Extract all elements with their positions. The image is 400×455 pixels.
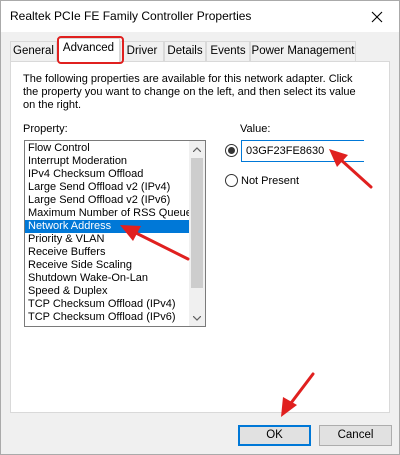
value-radio-row[interactable]: [225, 144, 238, 157]
tab-driver[interactable]: Driver: [120, 41, 164, 61]
property-list: Flow Control Interrupt Moderation IPv4 C…: [25, 142, 197, 324]
close-icon: [371, 11, 383, 22]
title-bar: Realtek PCIe FE Family Controller Proper…: [1, 1, 399, 32]
property-item-receive-buffers[interactable]: Receive Buffers: [25, 246, 190, 259]
advanced-panel: The following properties are available f…: [10, 61, 390, 413]
value-radio[interactable]: [225, 144, 238, 157]
property-item-max-rss-queues[interactable]: Maximum Number of RSS Queues: [25, 207, 197, 220]
scroll-down-button[interactable]: [189, 310, 205, 326]
network-address-input[interactable]: 03GF23FE8630: [241, 140, 364, 162]
scroll-thumb[interactable]: [191, 158, 203, 288]
scroll-up-button[interactable]: [189, 141, 205, 157]
tab-power-management[interactable]: Power Management: [250, 41, 356, 61]
property-listbox[interactable]: Flow Control Interrupt Moderation IPv4 C…: [24, 140, 206, 327]
property-item-speed-duplex[interactable]: Speed & Duplex: [25, 285, 190, 298]
property-item-tcp-checksum-ipv6[interactable]: TCP Checksum Offload (IPv6): [25, 311, 190, 324]
property-label: Property:: [23, 123, 68, 135]
property-item-tcp-checksum-ipv4[interactable]: TCP Checksum Offload (IPv4): [25, 298, 190, 311]
value-label: Value:: [240, 123, 271, 135]
window-title: Realtek PCIe FE Family Controller Proper…: [10, 9, 252, 23]
property-item-priority-vlan[interactable]: Priority & VLAN: [25, 233, 190, 246]
properties-dialog: Realtek PCIe FE Family Controller Proper…: [0, 0, 400, 455]
property-item-interrupt-moderation[interactable]: Interrupt Moderation: [25, 155, 190, 168]
property-item-ipv4-checksum-offload[interactable]: IPv4 Checksum Offload: [25, 168, 190, 181]
tab-general[interactable]: General: [10, 41, 57, 61]
ok-button[interactable]: OK: [238, 425, 311, 446]
property-item-shutdown-wake-on-lan[interactable]: Shutdown Wake-On-Lan: [25, 272, 190, 285]
close-button[interactable]: [355, 1, 399, 32]
panel-description: The following properties are available f…: [23, 73, 356, 111]
property-item-lso-v2-ipv6[interactable]: Large Send Offload v2 (IPv6): [25, 194, 190, 207]
tab-advanced[interactable]: Advanced: [57, 38, 120, 62]
chevron-down-icon: [193, 315, 201, 321]
property-item-lso-v2-ipv4[interactable]: Large Send Offload v2 (IPv4): [25, 181, 190, 194]
not-present-label: Not Present: [241, 174, 300, 187]
property-item-receive-side-scaling[interactable]: Receive Side Scaling: [25, 259, 190, 272]
property-item-flow-control[interactable]: Flow Control: [25, 142, 190, 155]
chevron-up-icon: [193, 146, 201, 152]
cancel-button[interactable]: Cancel: [319, 425, 392, 446]
property-item-network-address[interactable]: Network Address: [25, 220, 190, 233]
tab-strip: General Advanced Driver Details Events P…: [10, 38, 390, 62]
not-present-radio[interactable]: [225, 174, 238, 187]
property-scrollbar[interactable]: [189, 141, 205, 326]
radio-selected-dot: [228, 147, 235, 154]
tab-details[interactable]: Details: [164, 41, 206, 61]
tab-events[interactable]: Events: [206, 41, 250, 61]
not-present-radio-row[interactable]: Not Present: [225, 174, 299, 187]
